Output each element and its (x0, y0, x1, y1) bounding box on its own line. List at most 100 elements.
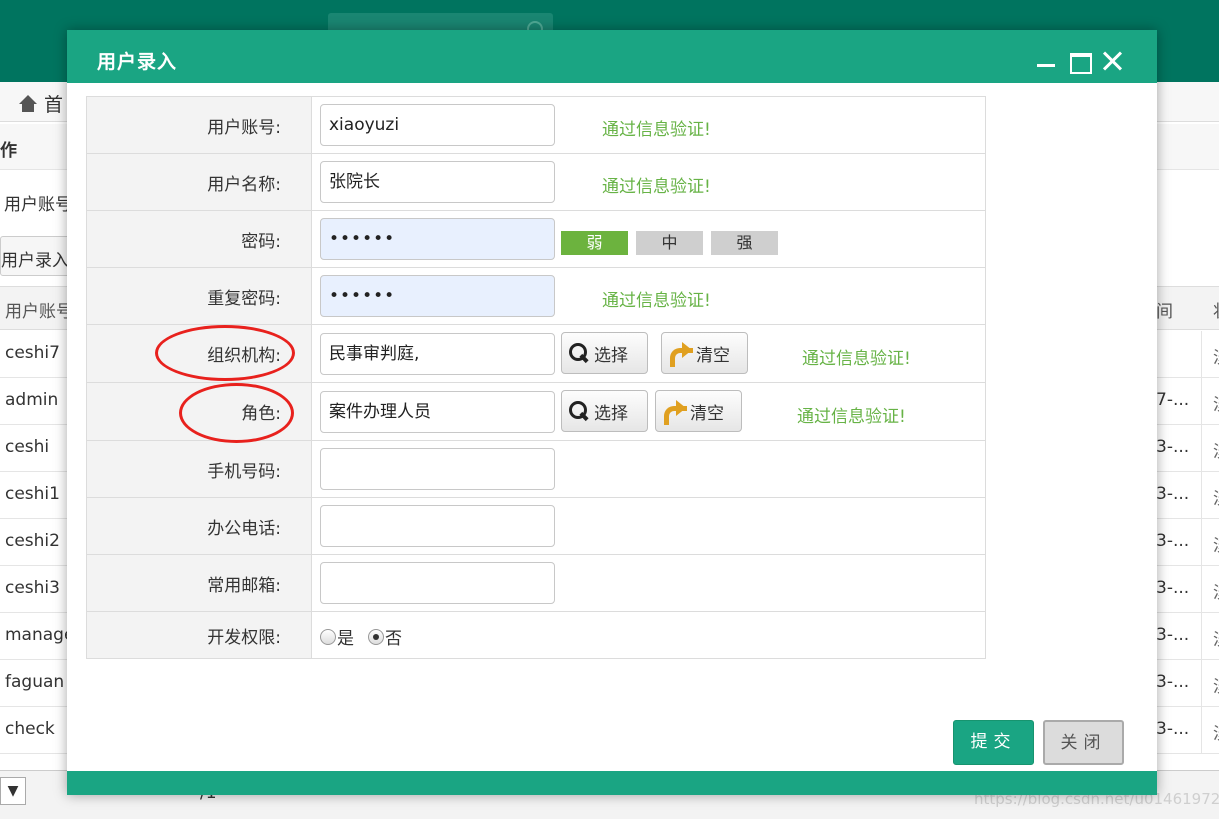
strength-weak: 弱 (561, 231, 628, 255)
repeat-password-input[interactable]: •••••• (320, 275, 555, 317)
row-repeat-password: 重复密码: •••••• 通过信息验证! (87, 268, 985, 325)
repeat-password-status: 通过信息验证! (602, 291, 711, 311)
row-state: 淡 (1213, 578, 1219, 603)
org-clear-label: 清空 (696, 345, 730, 366)
org-select-label: 选择 (594, 345, 628, 366)
row-account: faguan (5, 672, 65, 692)
name-status: 通过信息验证! (602, 177, 711, 197)
account-label: 用户账号: (87, 97, 312, 153)
mobile-label: 手机号码: (87, 441, 312, 497)
radio-icon (320, 628, 336, 645)
minimize-icon[interactable] (1035, 50, 1057, 72)
search-icon (568, 400, 590, 422)
annotation-circle-role (179, 383, 294, 443)
column-divider (1201, 613, 1202, 659)
column-divider (1201, 707, 1202, 753)
row-state: 淡 (1213, 625, 1219, 650)
role-input[interactable]: 案件办理人员 (320, 391, 555, 433)
add-user-label: 用户录入 (1, 251, 69, 271)
dev-permission-no[interactable]: 否 (368, 624, 402, 649)
col-last-header: 状 (1213, 297, 1219, 322)
row-account: check (5, 719, 55, 739)
row-time: 3-... (1156, 531, 1190, 551)
user-entry-dialog: 用户录入 用户账号: xiaoyuzi 通过信息验证! 用户名称: 张院长 通过… (67, 30, 1157, 795)
row-account: ceshi1 (5, 484, 60, 504)
strength-strong: 强 (711, 231, 778, 255)
row-state: 淡 (1213, 672, 1219, 697)
row-time: 3-... (1156, 484, 1190, 504)
row-state: 淡 (1213, 719, 1219, 744)
page-size-select[interactable]: ▼ (0, 777, 26, 805)
row-state: 淡 (1213, 531, 1219, 556)
row-account: 用户账号: xiaoyuzi 通过信息验证! (87, 97, 985, 154)
strength-medium: 中 (636, 231, 703, 255)
row-account: ceshi7 (5, 343, 60, 363)
org-clear-button[interactable]: 清空 (661, 332, 748, 374)
dialog-titlebar[interactable]: 用户录入 (67, 30, 1157, 83)
dev-permission-yes[interactable]: 是 (320, 624, 354, 649)
row-state: 淡 (1213, 343, 1219, 368)
row-time: 3-... (1156, 578, 1190, 598)
home-tab[interactable]: 首 (18, 90, 63, 117)
column-divider (1201, 660, 1202, 706)
dialog-footer-bar (67, 771, 1157, 795)
clear-arrow-icon (668, 342, 693, 367)
name-label: 用户名称: (87, 154, 312, 210)
org-input[interactable]: 民事审判庭, (320, 333, 555, 375)
query-label: 用户账号 (4, 195, 72, 215)
home-label: 首 (44, 94, 64, 116)
org-status: 通过信息验证! (802, 349, 911, 369)
row-email: 常用邮箱: (87, 555, 985, 612)
role-select-label: 选择 (594, 403, 628, 424)
name-input[interactable]: 张院长 (320, 161, 555, 203)
role-clear-button[interactable]: 清空 (655, 390, 742, 432)
col-time-header: 间 (1156, 302, 1173, 322)
row-state: 淡 (1213, 437, 1219, 462)
row-state: 淡 (1213, 484, 1219, 509)
dialog-title: 用户录入 (97, 51, 178, 73)
annotation-circle-org (155, 325, 295, 381)
column-divider (1201, 425, 1202, 471)
row-account: ceshi (5, 437, 50, 457)
column-divider (1201, 519, 1202, 565)
column-divider (1201, 472, 1202, 518)
email-input[interactable] (320, 562, 555, 604)
col-account-header: 用户账号 (5, 302, 73, 322)
role-status: 通过信息验证! (797, 407, 906, 427)
submit-button[interactable]: 提交 (953, 720, 1034, 765)
office-phone-label: 办公电话: (87, 498, 312, 554)
row-dev-permission: 开发权限: 是 否 (87, 612, 985, 658)
password-label: 密码: (87, 211, 312, 267)
row-time: 3-... (1156, 719, 1190, 739)
repeat-password-label: 重复密码: (87, 268, 312, 324)
column-divider (1201, 566, 1202, 612)
office-phone-input[interactable] (320, 505, 555, 547)
row-time: 3-... (1156, 625, 1190, 645)
maximize-icon[interactable] (1068, 50, 1092, 74)
column-divider (1201, 331, 1202, 377)
email-label: 常用邮箱: (87, 555, 312, 611)
operations-label: 作 (0, 141, 17, 161)
mobile-input[interactable] (320, 448, 555, 490)
role-select-button[interactable]: 选择 (561, 390, 648, 432)
row-account: ceshi3 (5, 578, 60, 598)
row-mobile: 手机号码: (87, 441, 985, 498)
row-account: ceshi2 (5, 531, 60, 551)
account-status: 通过信息验证! (602, 120, 711, 140)
role-clear-label: 清空 (690, 403, 724, 424)
close-button[interactable]: 关闭 (1043, 720, 1124, 765)
row-time: 7-... (1156, 390, 1190, 410)
org-select-button[interactable]: 选择 (561, 332, 648, 374)
row-password: 密码: •••••• 弱 中 强 (87, 211, 985, 268)
radio-checked-icon (368, 628, 384, 645)
row-office-phone: 办公电话: (87, 498, 985, 555)
clear-arrow-icon (662, 400, 687, 425)
dev-permission-yes-label: 是 (337, 629, 354, 649)
row-name: 用户名称: 张院长 通过信息验证! (87, 154, 985, 211)
account-input[interactable]: xiaoyuzi (320, 104, 555, 146)
password-input[interactable]: •••••• (320, 218, 555, 260)
row-time: 3-... (1156, 437, 1190, 457)
column-divider (1201, 378, 1202, 424)
search-icon (568, 342, 590, 364)
close-icon[interactable] (1101, 50, 1123, 72)
